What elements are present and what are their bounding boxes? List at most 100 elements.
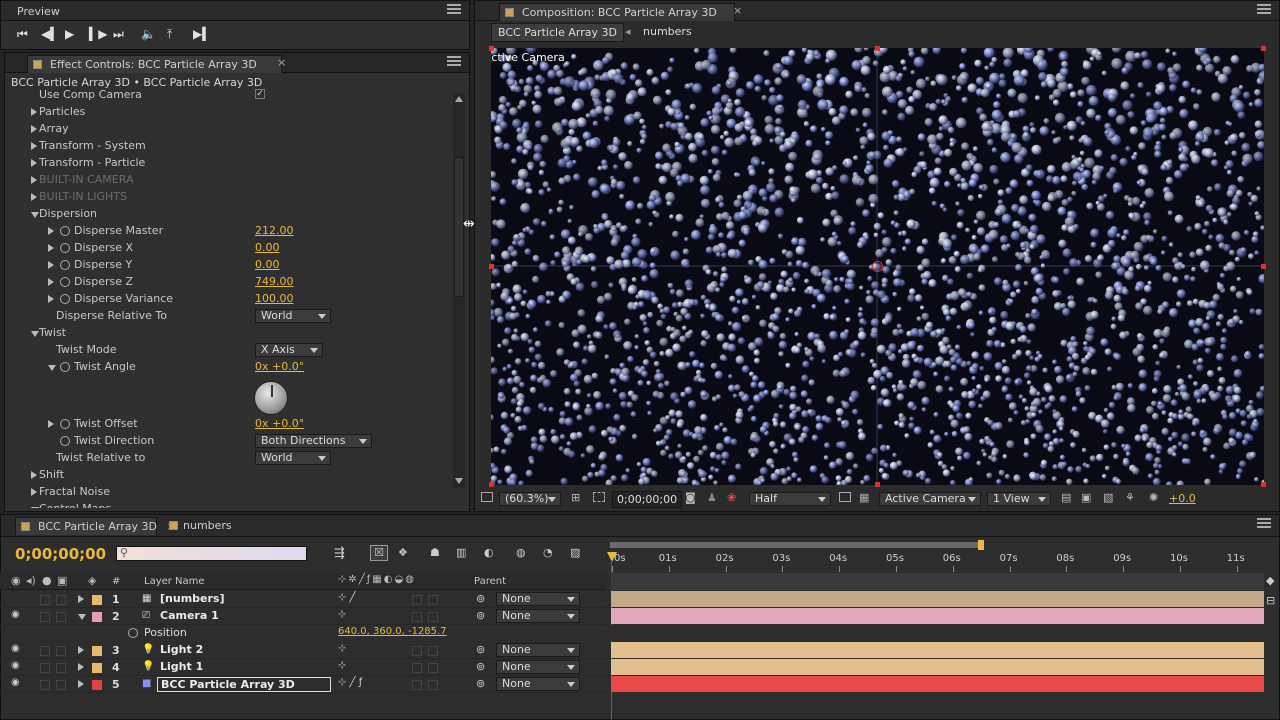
param-value[interactable]: 0x +0.0° xyxy=(255,360,304,373)
layer-name-header[interactable]: Layer Name xyxy=(144,576,205,587)
panel-menu-icon[interactable] xyxy=(1257,518,1271,528)
param-dropdown[interactable]: Both Directions xyxy=(255,434,372,448)
effect-param-row[interactable]: Disperse Master 212.00 xyxy=(5,223,451,240)
label-color-swatch[interactable] xyxy=(92,680,102,690)
param-value[interactable]: 100.00 xyxy=(255,292,294,305)
stopwatch-icon[interactable] xyxy=(60,226,70,236)
first-frame-icon[interactable]: ⏮ xyxy=(17,27,28,42)
fast-preview-icon[interactable]: ▣ xyxy=(1081,491,1091,504)
panel-menu-icon[interactable] xyxy=(447,4,461,14)
layer-duration-bar[interactable] xyxy=(611,608,1264,624)
lock-box[interactable] xyxy=(56,612,66,622)
parent-dropdown[interactable]: None xyxy=(496,677,580,691)
pickwhip-icon[interactable]: ⊚ xyxy=(476,609,485,622)
disclosure-open-icon[interactable] xyxy=(31,212,39,218)
snapshot-icon[interactable]: ◙ xyxy=(685,491,696,504)
resolution-dropdown[interactable]: Half xyxy=(749,492,831,506)
stopwatch-icon[interactable]: ◔ xyxy=(543,546,553,559)
switch-icons[interactable]: ⊹ ╱ xyxy=(338,592,356,603)
disclosure-open-icon[interactable] xyxy=(48,365,56,371)
parent-dropdown[interactable]: None xyxy=(496,660,580,674)
layer-duration-bar[interactable] xyxy=(611,591,1264,607)
param-value[interactable]: 749.00 xyxy=(255,275,294,288)
switch-box[interactable] xyxy=(428,612,438,622)
audio-icon[interactable]: 🔈 xyxy=(141,27,156,41)
parent-dropdown[interactable]: None xyxy=(496,609,580,623)
switch-box[interactable] xyxy=(428,595,438,605)
eye-icon[interactable]: ◉ xyxy=(11,643,20,654)
camera-dropdown[interactable]: Active Camera xyxy=(879,492,981,506)
solo-box[interactable] xyxy=(40,595,50,605)
solo-box[interactable] xyxy=(40,646,50,656)
switch-box[interactable] xyxy=(412,612,422,622)
effect-controls-scrollbar[interactable] xyxy=(453,93,465,488)
work-area-bar[interactable] xyxy=(610,542,982,548)
effect-param-row[interactable]: Disperse X 0.00 xyxy=(5,240,451,257)
breadcrumb-numbers[interactable]: numbers xyxy=(643,25,692,38)
anchor-point-icon[interactable] xyxy=(872,261,883,272)
effect-param-row[interactable]: Twist xyxy=(5,325,451,342)
label-color-swatch[interactable] xyxy=(92,612,102,622)
label-color-swatch[interactable] xyxy=(92,595,102,605)
lock-box[interactable] xyxy=(56,595,66,605)
disclosure-closed-icon[interactable] xyxy=(31,471,37,479)
eye-icon[interactable]: ◉ xyxy=(11,609,20,620)
effect-param-row[interactable]: Transform - System xyxy=(5,138,451,155)
transparency-grid-icon[interactable]: ▦ xyxy=(859,491,869,504)
solo-box[interactable] xyxy=(40,663,50,673)
disclosure-closed-icon[interactable] xyxy=(31,108,37,116)
effect-param-row[interactable]: Dispersion xyxy=(5,206,451,223)
param-dropdown[interactable]: X Axis xyxy=(255,343,323,357)
stopwatch-icon[interactable] xyxy=(60,436,70,446)
shy-icon[interactable]: ❖ xyxy=(398,546,408,559)
panel-menu-icon[interactable] xyxy=(447,56,461,66)
close-icon[interactable]: × xyxy=(733,4,742,17)
label-color-swatch[interactable] xyxy=(92,663,102,673)
disclosure-closed-icon[interactable] xyxy=(48,227,54,235)
effect-param-row[interactable]: Particles xyxy=(5,104,451,121)
breadcrumb-active[interactable]: BCC Particle Array 3D xyxy=(491,23,624,42)
position-property-row[interactable]: Position 640.0, 360.0, -1285.7 xyxy=(0,625,607,642)
param-value[interactable]: 0.00 xyxy=(255,241,280,254)
position-value[interactable]: 640.0, 360.0, -1285.7 xyxy=(338,626,447,637)
motion-blur-icon[interactable]: ▥ xyxy=(456,546,466,559)
effect-param-row[interactable]: Use Comp Camera ✓ xyxy=(5,88,451,104)
tab-preview[interactable]: Preview xyxy=(9,3,68,21)
disclosure-closed-icon[interactable] xyxy=(78,646,84,654)
effect-param-row[interactable]: BUILT-IN LIGHTS xyxy=(5,189,451,206)
disclosure-closed-icon[interactable] xyxy=(31,159,37,167)
grid-icon[interactable]: ⊞ xyxy=(571,491,580,504)
prev-frame-icon[interactable]: ◀▍ xyxy=(41,27,59,41)
tab-timeline-numbers[interactable]: numbers xyxy=(163,517,240,535)
always-preview-icon[interactable] xyxy=(481,492,493,502)
pickwhip-icon[interactable]: ⊚ xyxy=(476,643,485,656)
graph-editor-icon[interactable]: ◍ xyxy=(516,546,526,559)
effect-param-row[interactable]: Shift xyxy=(5,467,451,484)
stopwatch-icon[interactable] xyxy=(128,628,138,638)
tab-timeline-bcc[interactable]: BCC Particle Array 3D × xyxy=(15,517,176,535)
timeline-timecode[interactable]: 0;00;00;00 xyxy=(15,545,106,563)
comp-mini-flowchart-icon[interactable]: ⇶ xyxy=(334,546,345,561)
layer-row[interactable]: ◉ 5 ■ BCC Particle Array 3D ⊹ ╱ ƒ ⊚ None xyxy=(0,676,607,693)
checkbox-icon[interactable]: ✓ xyxy=(255,89,265,99)
layer-name[interactable]: [numbers] xyxy=(160,592,225,605)
pickwhip-icon[interactable]: ⊚ xyxy=(476,592,485,605)
handle[interactable] xyxy=(1261,264,1266,269)
ram-preview-icon[interactable]: ▶▍ xyxy=(193,27,211,41)
tab-composition[interactable]: Composition: BCC Particle Array 3D xyxy=(499,3,735,21)
switch-box[interactable] xyxy=(412,646,422,656)
layer-name[interactable]: Light 1 xyxy=(160,660,203,673)
lock-icon[interactable] xyxy=(505,8,514,17)
lock-icon[interactable] xyxy=(33,60,42,69)
loop-icon[interactable]: ⤒ xyxy=(167,27,172,42)
stopwatch-icon[interactable] xyxy=(60,243,70,253)
layer-row[interactable]: ◉ 3 💡 Light 2 ⊹ ⊚ None xyxy=(0,642,607,659)
comp-button-icon[interactable]: ⊟ xyxy=(1266,594,1275,607)
effect-param-row[interactable]: Fractal Noise xyxy=(5,484,451,501)
handle[interactable] xyxy=(875,482,880,487)
handle[interactable] xyxy=(489,264,494,269)
disclosure-closed-icon[interactable] xyxy=(31,125,37,133)
effect-param-row[interactable]: Transform - Particle xyxy=(5,155,451,172)
layer-row[interactable]: ◉ 2 ⎚ Camera 1 ⊹ ⊚ None xyxy=(0,608,607,625)
effect-param-row[interactable]: Twist Offset 0x +0.0° xyxy=(5,416,451,433)
